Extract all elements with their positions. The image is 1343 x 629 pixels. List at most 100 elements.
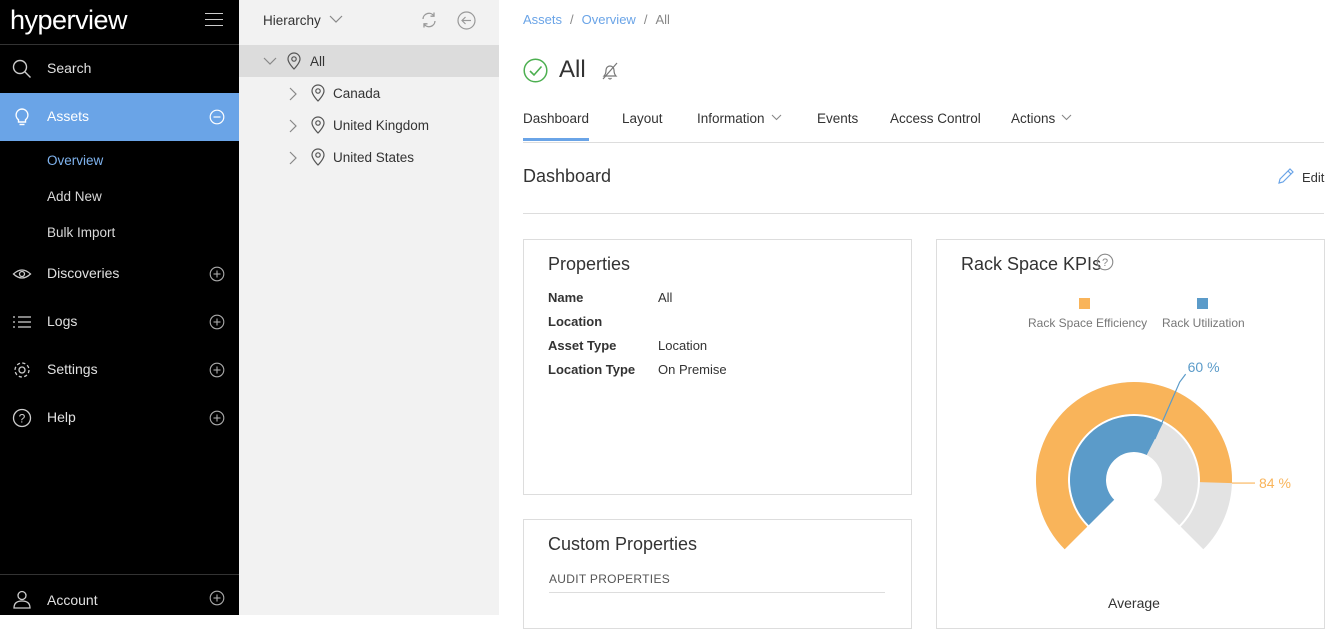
tab-events[interactable]: Events bbox=[817, 111, 858, 126]
breadcrumb-assets[interactable]: Assets bbox=[523, 12, 562, 27]
lightbulb-icon bbox=[15, 108, 29, 126]
prop-key: Name bbox=[548, 290, 584, 305]
sidebar-item-logs[interactable]: Logs bbox=[0, 298, 239, 346]
breadcrumb-overview[interactable]: Overview bbox=[582, 12, 636, 27]
card-title: Properties bbox=[548, 254, 631, 274]
tab-label: Events bbox=[817, 111, 859, 126]
prop-value: Location bbox=[658, 338, 708, 353]
tab-actions[interactable]: Actions bbox=[1011, 111, 1072, 126]
expand-plus-icon[interactable] bbox=[209, 590, 225, 606]
sidebar-subitem-add-new[interactable]: Add New bbox=[47, 189, 102, 204]
sidebar-item-discoveries[interactable]: Discoveries bbox=[0, 250, 239, 298]
list-icon bbox=[13, 316, 31, 328]
tab-label: Dashboard bbox=[523, 111, 590, 126]
tab-access-control[interactable]: Access Control bbox=[890, 111, 981, 126]
chevron-down-icon[interactable] bbox=[329, 14, 343, 24]
prop-value: On Premise bbox=[658, 362, 727, 377]
sidebar-item-label: Search bbox=[47, 60, 92, 76]
sidebar-item-label: Logs bbox=[47, 313, 78, 329]
tab-bar: Dashboard Layout Information Events Acce… bbox=[523, 104, 1324, 143]
tree-node-label: United Kingdom bbox=[333, 118, 430, 133]
breadcrumb: Assets / Overview / All bbox=[523, 12, 670, 27]
tree-node-united-kingdom[interactable]: United Kingdom bbox=[239, 109, 499, 141]
tree-node-label: All bbox=[310, 54, 326, 69]
bell-off-icon[interactable] bbox=[600, 61, 620, 81]
chevron-right-icon[interactable] bbox=[288, 87, 298, 101]
sidebar-item-assets[interactable]: Assets bbox=[0, 93, 239, 141]
efficiency-value-label: 84 % bbox=[1259, 475, 1291, 491]
pencil-icon bbox=[1278, 168, 1294, 184]
tab-information[interactable]: Information bbox=[697, 111, 782, 126]
edit-label: Edit bbox=[1302, 170, 1325, 185]
app-logo[interactable]: hyperview bbox=[10, 5, 128, 36]
utilization-value-label: 60 % bbox=[1188, 359, 1220, 375]
svg-text:?: ? bbox=[19, 412, 26, 426]
sidebar-item-search[interactable]: Search bbox=[0, 45, 239, 93]
tree-node-united-states[interactable]: United States bbox=[239, 141, 499, 173]
hierarchy-dropdown[interactable]: Hierarchy bbox=[263, 13, 321, 28]
dashboard-title: Dashboard bbox=[523, 166, 612, 186]
breadcrumb-separator: / bbox=[570, 12, 574, 27]
main-content: Assets / Overview / All All Dashboard Layout… bbox=[499, 0, 1343, 629]
tab-label: Layout bbox=[622, 111, 663, 126]
page-title: All bbox=[559, 56, 586, 83]
hamburger-menu-icon[interactable] bbox=[205, 13, 223, 29]
chevron-down-icon[interactable] bbox=[263, 55, 277, 67]
chevron-right-icon[interactable] bbox=[288, 151, 298, 165]
rack-kpi-gauge: 60 % 84 % Average bbox=[1036, 359, 1291, 611]
location-pin-icon bbox=[287, 52, 301, 70]
expand-plus-icon[interactable] bbox=[209, 314, 225, 330]
prop-value: All bbox=[658, 290, 673, 305]
sidebar-subitem-overview[interactable]: Overview bbox=[47, 153, 103, 168]
logo-row: hyperview bbox=[0, 0, 239, 45]
tab-label: Information bbox=[697, 111, 765, 126]
sidebar-item-label: Account bbox=[47, 592, 98, 608]
sidebar-subitem-bulk-import[interactable]: Bulk Import bbox=[47, 225, 115, 240]
chevron-right-icon[interactable] bbox=[288, 119, 298, 133]
location-pin-icon bbox=[311, 84, 325, 102]
tree-node-canada[interactable]: Canada bbox=[239, 77, 499, 109]
sidebar: hyperview Search Assets Overview Add New… bbox=[0, 0, 239, 615]
expand-plus-icon[interactable] bbox=[209, 266, 225, 282]
sidebar-item-label: Assets bbox=[47, 108, 90, 124]
tab-label: Access Control bbox=[890, 111, 981, 126]
card-title: Custom Properties bbox=[548, 534, 698, 554]
breadcrumb-current: All bbox=[655, 12, 670, 27]
prop-key: Asset Type bbox=[548, 338, 617, 353]
section-heading: AUDIT PROPERTIES bbox=[549, 572, 671, 586]
custom-properties-card: Custom Properties AUDIT PROPERTIES bbox=[523, 519, 912, 629]
breadcrumb-separator: / bbox=[643, 12, 648, 27]
gauge-footer: Average bbox=[1108, 595, 1160, 611]
location-pin-icon bbox=[311, 148, 325, 166]
gear-icon bbox=[14, 362, 30, 378]
tab-label: Actions bbox=[1011, 111, 1056, 126]
sidebar-item-label: Discoveries bbox=[47, 265, 120, 281]
eye-icon bbox=[12, 269, 32, 279]
collapse-minus-icon[interactable] bbox=[209, 109, 225, 125]
user-icon bbox=[13, 590, 31, 609]
search-icon bbox=[12, 59, 31, 78]
chevron-down-icon bbox=[1061, 114, 1072, 121]
location-pin-icon bbox=[311, 116, 325, 134]
check-circle-icon bbox=[523, 58, 548, 83]
prop-key: Location bbox=[548, 314, 603, 329]
tab-dashboard[interactable]: Dashboard bbox=[523, 111, 590, 141]
expand-plus-icon[interactable] bbox=[209, 410, 225, 426]
kpi-card: Rack Space KPIs ? Rack Space Efficiency … bbox=[936, 239, 1325, 629]
sidebar-item-label: Settings bbox=[47, 361, 98, 377]
divider bbox=[523, 213, 1324, 214]
sidebar-item-settings[interactable]: Settings bbox=[0, 346, 239, 394]
tree-node-label: United States bbox=[333, 150, 415, 165]
chevron-down-icon bbox=[771, 114, 781, 121]
refresh-icon[interactable] bbox=[420, 11, 438, 29]
sidebar-item-account[interactable]: Account bbox=[0, 574, 239, 615]
properties-card: Properties Name All Location Asset Type … bbox=[523, 239, 912, 495]
tree-node-label: Canada bbox=[333, 86, 381, 101]
tree-node-all[interactable]: All bbox=[239, 45, 499, 77]
tab-layout[interactable]: Layout bbox=[622, 111, 663, 126]
expand-plus-icon[interactable] bbox=[209, 362, 225, 378]
sidebar-item-help[interactable]: ? Help bbox=[0, 394, 239, 442]
back-arrow-icon[interactable] bbox=[457, 11, 476, 30]
divider bbox=[549, 592, 885, 593]
prop-key: Location Type bbox=[548, 362, 636, 377]
